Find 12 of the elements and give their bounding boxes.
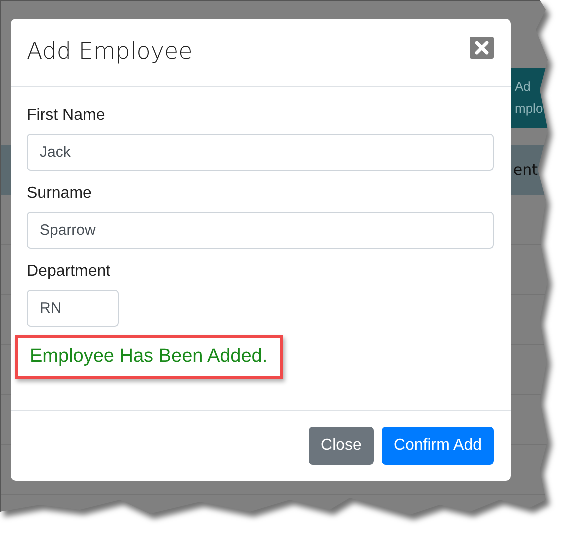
field-label: Surname [27,185,93,203]
dialog-button[interactable]: Confirm Add [382,427,494,465]
column-header: ent [513,161,538,179]
input-field[interactable]: RN [27,290,119,327]
dialog-title: Add Employee [27,39,193,65]
input-field[interactable]: Sparrow [27,212,494,249]
field-label: First Name [27,107,106,125]
field-label: Department [27,263,112,281]
input-field[interactable]: Jack [27,134,494,171]
close-icon[interactable] [470,37,494,59]
dialog-button[interactable]: Close [309,427,374,465]
success-message: Employee Has Been Added. [30,346,268,367]
